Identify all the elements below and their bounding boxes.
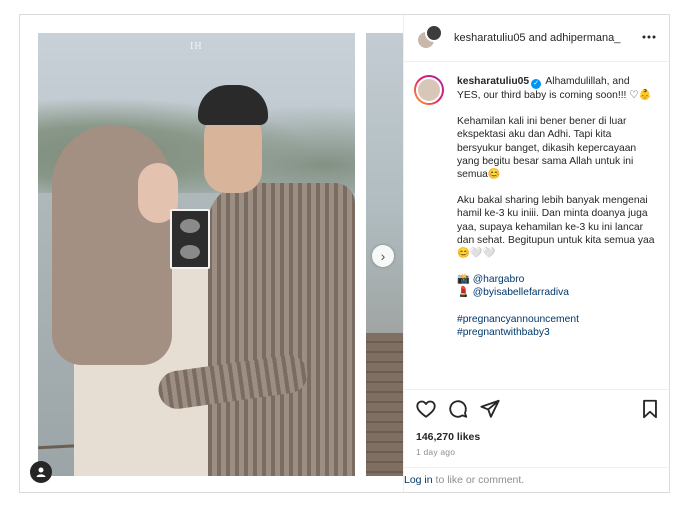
mention-link[interactable]: @hargabro: [473, 274, 525, 285]
hashtag-line-1: #pregnancyannouncement: [457, 313, 655, 326]
post-card: IH › kesharatuliu05 and adhipermana_ kes…: [19, 14, 670, 493]
comment-icon: [449, 400, 468, 418]
photo-woman-hijab: [52, 125, 172, 365]
login-prompt-text: to like or comment.: [432, 474, 525, 486]
user-icon: [36, 467, 46, 477]
hashtag-line-2: #pregnantwithbaby3: [457, 326, 655, 339]
post-media: IH ›: [20, 15, 403, 492]
like-button[interactable]: [415, 398, 437, 420]
avatar: [425, 24, 443, 42]
collab-usernames[interactable]: kesharatuliu05 and adhipermana_: [454, 32, 620, 44]
photo-man-body: [208, 183, 355, 476]
login-prompt: Log in to like or comment.: [404, 467, 669, 492]
tagged-users-button[interactable]: [30, 461, 52, 483]
caption-scroll-area[interactable]: kesharatuliu05 ✓ Alhamdulillah, and YES, …: [404, 63, 669, 388]
hashtag-link[interactable]: #pregnantwithbaby3: [457, 327, 550, 338]
send-icon: [480, 399, 500, 418]
lipstick-emoji-icon: 💄: [457, 287, 470, 299]
heart-icon: [416, 400, 436, 418]
share-button[interactable]: [479, 398, 501, 420]
collab-avatars[interactable]: [416, 24, 444, 52]
caption-credit-2: 💄 @byisabellefarradiva: [457, 286, 655, 299]
verified-badge-icon: ✓: [531, 79, 542, 89]
photo-man-face: [204, 113, 262, 193]
caption-username[interactable]: kesharatuliu05: [457, 76, 529, 87]
post-side-panel: kesharatuliu05 and adhipermana_ kesharat…: [403, 15, 669, 492]
more-horizontal-icon: [642, 35, 656, 39]
caption-paragraph-3: Aku bakal sharing lebih banyak mengenai …: [457, 195, 655, 260]
login-link[interactable]: Log in: [404, 474, 433, 486]
caption-paragraph-2: Kehamilan kali ini bener bener di luar e…: [457, 116, 637, 181]
post-header: kesharatuliu05 and adhipermana_: [404, 15, 669, 62]
mention-link[interactable]: @byisabellefarradiva: [473, 287, 569, 298]
caption-body: kesharatuliu05 ✓ Alhamdulillah, and YES, …: [457, 75, 655, 339]
chevron-right-icon: ›: [380, 248, 386, 264]
post-timestamp[interactable]: 1 day ago: [416, 447, 455, 457]
camera-emoji-icon: 📸: [457, 274, 470, 286]
post-actions: [404, 389, 669, 429]
caption-avatar[interactable]: [414, 75, 444, 105]
hashtag-link[interactable]: #pregnancyannouncement: [457, 314, 579, 325]
like-count[interactable]: 146,270 likes: [416, 431, 480, 443]
photo-deck: [366, 333, 403, 476]
bookmark-icon: [643, 399, 657, 419]
photo-watermark: IH: [190, 41, 203, 52]
save-button[interactable]: [639, 398, 661, 420]
more-options-button[interactable]: [639, 29, 659, 47]
post-photo[interactable]: IH: [38, 33, 355, 476]
next-photo-button[interactable]: ›: [372, 245, 394, 267]
caption-credit-1: 📸 @hargabro: [457, 273, 655, 286]
ultrasound-photo: [170, 209, 210, 269]
comment-button[interactable]: [447, 398, 469, 420]
